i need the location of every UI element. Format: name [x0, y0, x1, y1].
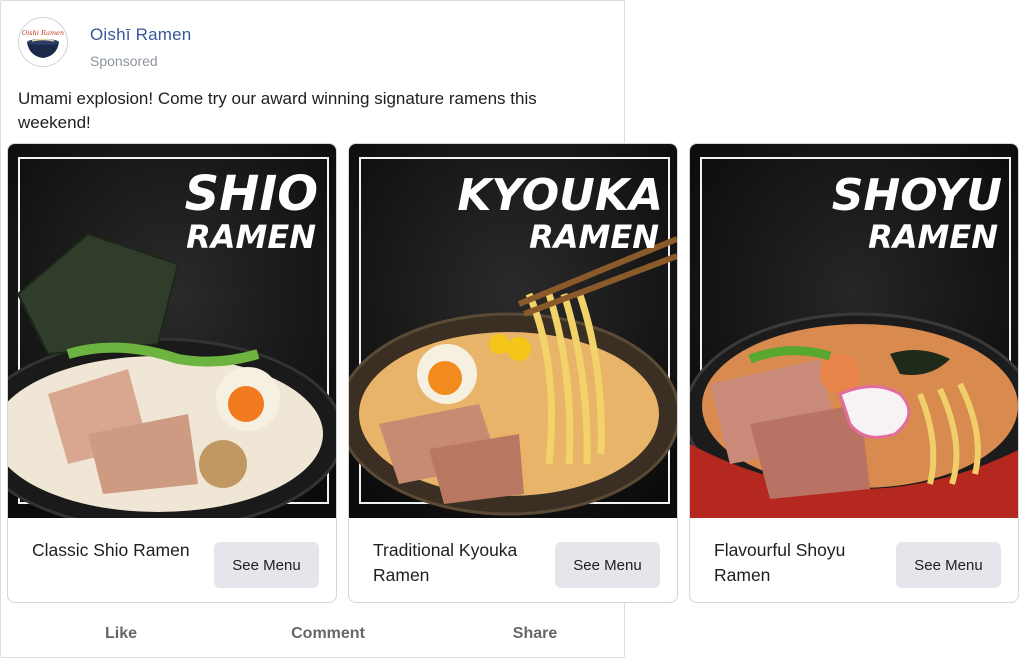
see-menu-button[interactable]: See Menu — [214, 542, 319, 588]
shoyu-ramen-image[interactable]: SHOYU RAMEN — [690, 144, 1018, 518]
see-menu-button[interactable]: See Menu — [896, 542, 1001, 588]
ramen-bowl-logo-icon: Oishi Ramen — [22, 29, 64, 58]
svg-text:RAMEN: RAMEN — [868, 218, 998, 256]
share-button[interactable]: Share — [485, 625, 585, 643]
page-name-link[interactable]: Oishī Ramen — [90, 25, 191, 45]
svg-text:RAMEN: RAMEN — [529, 218, 659, 256]
svg-text:KYOUKA: KYOUKA — [457, 170, 663, 221]
shio-ramen-image[interactable]: SHIO RAMEN — [8, 144, 336, 518]
card-title: Traditional Kyouka Ramen — [373, 540, 518, 585]
carousel-card-kyouka[interactable]: KYOUKA RAMEN Traditional Kyouka Ramen Se… — [348, 143, 678, 603]
svg-text:RAMEN: RAMEN — [186, 218, 316, 256]
page-avatar[interactable]: Oishi Ramen — [18, 17, 68, 67]
comment-button[interactable]: Comment — [278, 625, 378, 643]
svg-text:SHIO: SHIO — [185, 166, 318, 222]
post-caption: Umami explosion! Come try our award winn… — [18, 89, 537, 132]
carousel-card-shio[interactable]: SHIO RAMEN Classic Shio Ramen See Menu — [7, 143, 337, 603]
svg-text:SHOYU: SHOYU — [832, 170, 1002, 221]
carousel-card-shoyu[interactable]: SHOYU RAMEN Flavourful Shoyu Ramen See M… — [689, 143, 1019, 603]
like-button[interactable]: Like — [71, 625, 171, 643]
card-title: Classic Shio Ramen — [32, 540, 190, 560]
see-menu-button[interactable]: See Menu — [555, 542, 660, 588]
svg-text:Oishi Ramen: Oishi Ramen — [22, 29, 64, 37]
kyouka-ramen-image[interactable]: KYOUKA RAMEN — [349, 144, 677, 518]
sponsored-label: Sponsored — [90, 53, 158, 69]
card-title: Flavourful Shoyu Ramen — [714, 540, 846, 585]
